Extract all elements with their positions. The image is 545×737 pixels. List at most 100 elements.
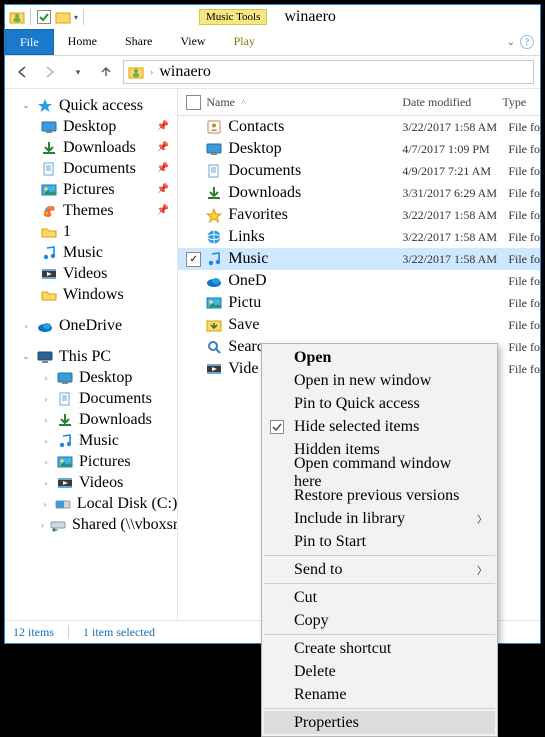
context-menu-item[interactable]: Open command window here	[264, 461, 495, 484]
expand-icon[interactable]: ›	[41, 457, 51, 467]
expand-icon[interactable]: ›	[41, 373, 51, 383]
context-menu-item[interactable]: Send to 〉	[264, 558, 495, 581]
tab-play[interactable]: Play	[220, 29, 269, 55]
sidebar-item-videos[interactable]: Videos	[63, 265, 107, 283]
sidebar-item[interactable]: Local Disk (C:)	[77, 495, 177, 513]
sidebar-item-pictures[interactable]: Pictures	[63, 181, 115, 199]
sidebar-item-downloads[interactable]: Downloads	[63, 139, 136, 157]
desktop-icon	[206, 141, 222, 157]
quick-access-label[interactable]: Quick access	[59, 97, 143, 115]
file-tab[interactable]: File	[5, 29, 54, 55]
ribbon-expand-icon[interactable]: ⌄ ?	[507, 29, 540, 55]
file-row[interactable]: OneD File fo	[178, 270, 540, 292]
file-type: File fo	[508, 142, 540, 157]
context-menu-item[interactable]: Rename	[264, 683, 495, 706]
qa-folder-icon[interactable]	[55, 9, 71, 25]
tab-view[interactable]: View	[166, 29, 219, 55]
sidebar-item-desktop[interactable]: Desktop	[63, 118, 116, 136]
ribbon: File Home Share View Play ⌄ ?	[5, 29, 540, 56]
this-pc-label[interactable]: This PC	[59, 348, 111, 366]
history-dropdown[interactable]: ▾	[67, 61, 89, 83]
sidebar-item-1[interactable]: 1	[63, 223, 71, 241]
context-menu-item[interactable]: Open in new window	[264, 369, 495, 392]
music-icon	[206, 251, 222, 267]
sidebar-item[interactable]: Pictures	[79, 453, 131, 471]
address-bar[interactable]: › winaero	[123, 60, 534, 84]
file-row[interactable]: Save File fo	[178, 314, 540, 336]
sidebar-item[interactable]: Shared (\\vboxsr	[72, 516, 178, 534]
onedrive-icon	[37, 318, 53, 334]
sidebar-item-themes[interactable]: Themes	[63, 202, 114, 220]
file-row[interactable]: ✓ Music 3/22/2017 1:58 AM File fo	[178, 248, 540, 270]
expand-icon[interactable]: ›	[41, 415, 51, 425]
file-type: File fo	[508, 186, 540, 201]
context-menu-label: Pin to Start	[294, 533, 366, 551]
sidebar-item-music[interactable]: Music	[63, 244, 103, 262]
context-menu-label: Send to	[294, 561, 342, 579]
context-menu-item[interactable]: Restore previous versions	[264, 484, 495, 507]
quick-access-icon	[37, 98, 53, 114]
row-checkbox[interactable]: ✓	[186, 252, 201, 267]
col-name[interactable]: Name	[206, 95, 235, 110]
file-type: File fo	[508, 164, 540, 179]
col-type[interactable]: Type	[502, 95, 540, 110]
expand-icon[interactable]: ›	[41, 478, 51, 488]
file-type: File fo	[508, 230, 540, 245]
sidebar-item[interactable]: Downloads	[79, 411, 152, 429]
expand-icon[interactable]: ›	[41, 499, 49, 509]
address-segment[interactable]: winaero	[159, 63, 211, 81]
videos-icon	[41, 266, 57, 282]
this-pc-icon	[37, 349, 53, 365]
tab-home[interactable]: Home	[54, 29, 111, 55]
file-type: File fo	[508, 274, 540, 289]
sidebar-item-windows[interactable]: Windows	[63, 286, 124, 304]
file-row[interactable]: Downloads 3/31/2017 6:29 AM File fo	[178, 182, 540, 204]
file-row[interactable]: Links 3/22/2017 1:58 AM File fo	[178, 226, 540, 248]
sidebar-item[interactable]: Videos	[79, 474, 123, 492]
tab-share[interactable]: Share	[111, 29, 166, 55]
qa-dropdown-icon[interactable]: ▾	[74, 13, 78, 22]
context-menu-item[interactable]: Create shortcut	[264, 637, 495, 660]
context-menu-item[interactable]: Cut	[264, 586, 495, 609]
file-name: Contacts	[228, 118, 284, 136]
context-menu-label: Open in new window	[294, 372, 431, 390]
context-menu-item[interactable]: Pin to Start	[264, 530, 495, 553]
expand-icon[interactable]: ›	[21, 321, 31, 331]
expand-icon[interactable]: ›	[41, 394, 51, 404]
expand-icon[interactable]: ›	[41, 436, 51, 446]
file-type: File fo	[508, 252, 540, 267]
file-type: File fo	[508, 318, 540, 333]
select-all-checkbox[interactable]	[186, 95, 201, 110]
file-row[interactable]: Contacts 3/22/2017 1:58 AM File fo	[178, 116, 540, 138]
expand-icon[interactable]: ⌄	[21, 351, 31, 362]
context-menu-item[interactable]: Copy	[264, 609, 495, 632]
onedrive-label[interactable]: OneDrive	[59, 317, 122, 335]
file-row[interactable]: Pictu File fo	[178, 292, 540, 314]
downloads-icon	[41, 140, 57, 156]
sidebar-item[interactable]: Desktop	[79, 369, 132, 387]
back-button[interactable]	[11, 61, 33, 83]
checkbox-icon	[270, 420, 286, 434]
context-menu-label: Restore previous versions	[294, 487, 459, 505]
context-menu-item[interactable]: Hide selected items	[264, 415, 495, 438]
context-menu-label: Create shortcut	[294, 640, 391, 658]
music-icon	[41, 245, 57, 261]
sidebar-item[interactable]: Documents	[79, 390, 152, 408]
file-row[interactable]: Desktop 4/7/2017 1:09 PM File fo	[178, 138, 540, 160]
col-date[interactable]: Date modified	[402, 95, 502, 110]
file-row[interactable]: Documents 4/9/2017 7:21 AM File fo	[178, 160, 540, 182]
expand-icon[interactable]: ›	[41, 520, 44, 530]
expand-icon[interactable]: ⌄	[21, 100, 31, 111]
context-menu-item[interactable]: Delete	[264, 660, 495, 683]
up-button[interactable]	[95, 61, 117, 83]
context-menu-item[interactable]: Open	[264, 346, 495, 369]
sidebar-item-documents[interactable]: Documents	[63, 160, 136, 178]
context-menu-item[interactable]: Properties	[264, 711, 495, 734]
qa-checkbox-icon[interactable]	[36, 9, 52, 25]
context-menu-item[interactable]: Include in library〉	[264, 507, 495, 530]
context-menu-item[interactable]: Pin to Quick access	[264, 392, 495, 415]
sidebar-item[interactable]: Music	[79, 432, 119, 450]
file-row[interactable]: Favorites 3/22/2017 1:58 AM File fo	[178, 204, 540, 226]
column-header: Name ˄ Date modified Type	[178, 89, 540, 116]
submenu-arrow-icon: 〉	[477, 562, 487, 577]
